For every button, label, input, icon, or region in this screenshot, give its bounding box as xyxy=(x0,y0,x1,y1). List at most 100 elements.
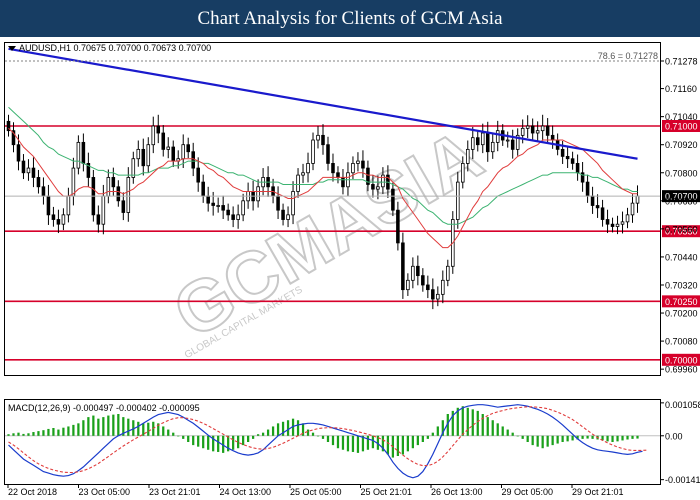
price-tick-label: 0.70920 xyxy=(665,140,698,150)
bull-candle xyxy=(625,214,630,223)
bear-candle xyxy=(56,219,61,225)
macd-tick-label: 0.001058 xyxy=(665,400,700,410)
macd-histogram-bar xyxy=(32,432,35,436)
macd-histogram-bar xyxy=(521,435,524,439)
time-tick-label: 24 Oct 13:00 xyxy=(220,487,272,497)
macd-histogram-bar xyxy=(246,435,250,442)
macd-histogram-bar xyxy=(217,435,220,452)
price-tick-label: 0.69960 xyxy=(665,365,698,375)
bear-candle xyxy=(341,177,345,188)
macd-histogram-bar xyxy=(356,435,360,453)
macd-histogram-bar xyxy=(331,435,335,446)
bull-candle xyxy=(441,279,445,295)
bear-candle xyxy=(431,289,435,300)
bull-candle xyxy=(436,293,440,300)
macd-histogram-bar xyxy=(47,428,50,436)
bull-candle xyxy=(296,174,300,192)
time-axis: 22 Oct 2018 23 Oct 05:00 23 Oct 21:01 24 Oc… xyxy=(7,484,624,497)
bear-candle xyxy=(121,200,126,213)
bull-candle xyxy=(126,177,131,213)
macd-histogram-bar xyxy=(261,432,265,436)
bear-candle xyxy=(281,209,285,220)
macd-histogram-bar xyxy=(182,435,185,439)
macd-histogram-bar xyxy=(486,417,489,436)
macd-histogram-bar xyxy=(491,420,494,436)
macd-histogram-bar xyxy=(631,435,634,439)
macd-histogram-bar xyxy=(102,417,105,436)
bull-candle xyxy=(505,139,510,142)
macd-histogram-bar xyxy=(561,435,564,442)
bear-candle xyxy=(141,148,146,167)
price-tick-label: 0.70320 xyxy=(665,280,698,290)
bear-candle xyxy=(575,163,580,174)
sr-price-label: 0.70250 xyxy=(665,297,698,307)
macd-histogram-bar xyxy=(536,435,539,447)
macd-histogram-bar xyxy=(541,435,544,449)
bear-candle xyxy=(475,137,480,146)
bear-candle xyxy=(426,284,430,291)
macd-histogram-bar xyxy=(202,435,205,449)
macd-histogram-bar xyxy=(57,429,60,436)
bear-candle xyxy=(550,134,555,141)
macd-histogram-bar xyxy=(172,432,175,436)
macd-label: MACD(12,26,9) -0.000497 -0.000402 -0.000… xyxy=(8,403,200,413)
bear-candle xyxy=(545,125,550,136)
bear-candle xyxy=(321,134,325,146)
macd-histogram-bar xyxy=(296,420,300,436)
macd-histogram-bar xyxy=(476,410,479,436)
bull-candle xyxy=(236,214,240,220)
bear-candle xyxy=(421,275,425,286)
macd-histogram-bar xyxy=(192,435,195,446)
bear-candle xyxy=(600,207,605,220)
macd-histogram-bar xyxy=(306,429,310,436)
bull-candle xyxy=(216,205,220,207)
macd-histogram-bar xyxy=(127,418,130,436)
macd-histogram-bar xyxy=(142,423,145,436)
bear-candle xyxy=(21,160,26,174)
bear-candle xyxy=(585,181,590,197)
macd-histogram-bar xyxy=(67,426,70,436)
macd-axis: 0.001058 0.00 -0.001410 xyxy=(660,400,700,485)
bear-candle xyxy=(156,125,161,134)
macd-histogram-bar xyxy=(97,418,100,436)
bear-candle xyxy=(530,125,535,134)
price-tick-label: 0.70800 xyxy=(665,168,698,178)
bear-candle xyxy=(610,223,615,227)
bull-candle xyxy=(61,214,66,225)
macd-histogram-bar xyxy=(232,435,235,450)
bear-candle xyxy=(81,141,86,164)
macd-histogram-bar xyxy=(506,429,509,436)
macd-histogram-bar xyxy=(471,409,474,436)
price-axis: 0.710000.705500.702500.700000.707000.712… xyxy=(660,57,700,375)
macd-histogram-bar xyxy=(616,435,619,442)
bear-candle xyxy=(116,186,121,202)
macd-histogram-bar xyxy=(92,415,95,436)
bull-candle xyxy=(316,134,320,141)
macd-histogram-bar xyxy=(481,414,484,436)
macd-histogram-bar xyxy=(401,435,404,455)
time-tick-label: 25 Oct 05:00 xyxy=(290,487,342,497)
macd-histogram-bar xyxy=(271,426,275,436)
bull-candle xyxy=(71,167,76,197)
bear-candle xyxy=(46,195,51,216)
bull-candle xyxy=(166,146,171,150)
macd-histogram-bar xyxy=(496,423,499,436)
macd-histogram-bar xyxy=(311,432,315,436)
macd-histogram-bar xyxy=(162,426,165,436)
macd-histogram-bar xyxy=(82,420,85,436)
bear-candle xyxy=(226,209,230,216)
bull-candle xyxy=(381,174,385,188)
macd-histogram-bar xyxy=(37,431,40,436)
macd-histogram-bar xyxy=(316,435,320,437)
bull-candle xyxy=(525,125,530,129)
macd-histogram-bar xyxy=(167,429,170,436)
macd-histogram-bar xyxy=(52,428,55,436)
macd-histogram-bar xyxy=(411,435,414,449)
macd-histogram-bar xyxy=(531,435,534,446)
macd-histogram-bar xyxy=(42,430,45,436)
bull-candle xyxy=(311,139,315,164)
bull-candle xyxy=(146,144,151,167)
bear-candle xyxy=(201,181,205,197)
bull-candle xyxy=(376,186,380,190)
bear-candle xyxy=(196,167,200,183)
